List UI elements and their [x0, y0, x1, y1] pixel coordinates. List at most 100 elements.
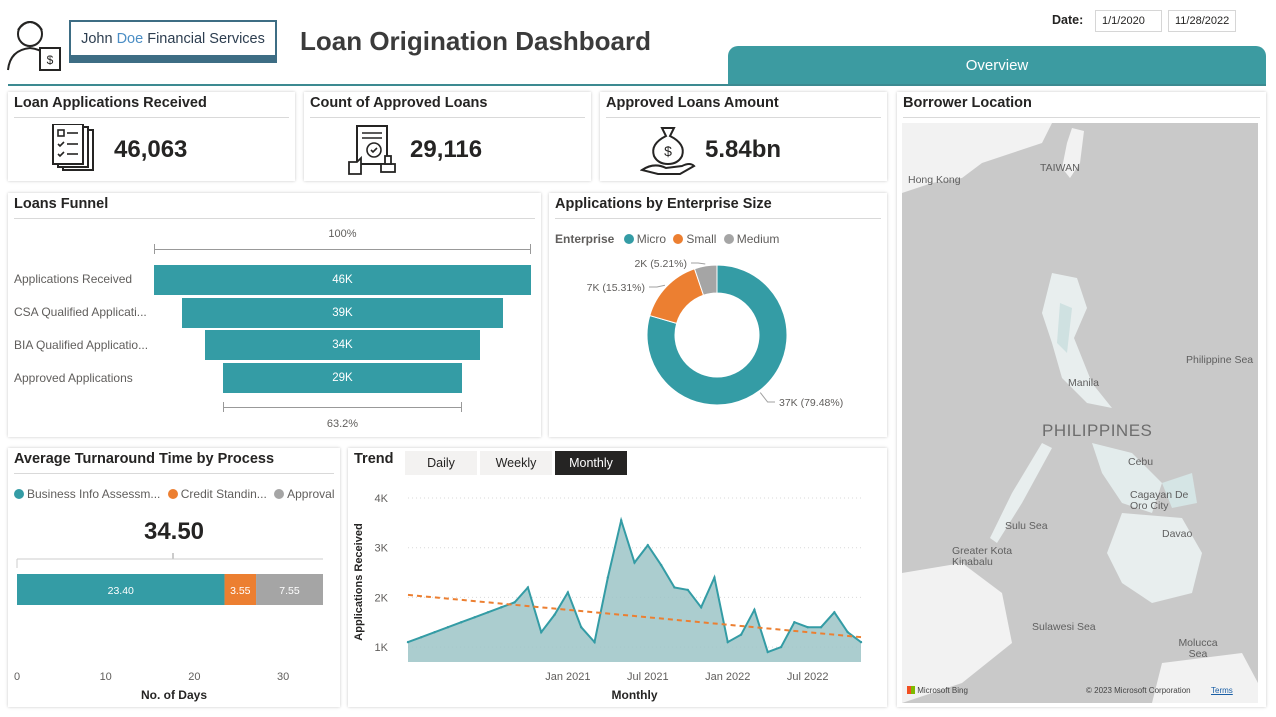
trend-point	[433, 630, 436, 634]
funnel-bar[interactable]: 34K	[205, 330, 480, 360]
trend-point	[793, 621, 796, 624]
brand-rest: Financial Services	[147, 31, 265, 47]
funnel-stage-label: Approved Applications	[14, 371, 133, 385]
map-terms-link[interactable]: Terms	[1211, 686, 1233, 695]
donut-leader-line	[759, 392, 775, 403]
document-list-icon	[52, 124, 94, 171]
x-tick-label: 30	[277, 671, 289, 683]
x-axis-title: No. of Days	[141, 688, 207, 702]
date-start-input[interactable]: 1/1/2020	[1095, 10, 1162, 32]
trend-point	[446, 626, 450, 629]
x-tick-label: Jan 2021	[545, 671, 590, 683]
map-label-philippines: PHILIPPINES	[1042, 421, 1153, 440]
trend-point	[460, 621, 463, 624]
map-label-sulu-sea: Sulu Sea	[1005, 520, 1048, 532]
trend-point	[513, 601, 516, 604]
funnel-stage-label: BIA Qualified Applicatio...	[14, 338, 149, 352]
tab-overview[interactable]: Overview	[728, 46, 1266, 84]
header: $ John Doe Financial Services Loan Origi…	[0, 0, 1276, 88]
page-title: Loan Origination Dashboard	[300, 26, 652, 56]
legend-dot-icon	[274, 489, 285, 499]
trend-point	[619, 519, 623, 522]
trend-point	[580, 626, 583, 629]
bing-icon	[907, 686, 915, 694]
svg-text:$: $	[664, 143, 672, 159]
trend-point	[699, 606, 703, 609]
kpi-value: 29,116	[410, 136, 483, 163]
donut-data-label: 2K (5.21%)	[634, 258, 687, 270]
turnaround-card: Average Turnaround Time by Process Busin…	[8, 448, 340, 707]
divider	[310, 117, 585, 118]
funnel-top-line	[154, 249, 531, 250]
map-label-molucca-sea: Molucca Sea	[1178, 637, 1218, 660]
trend-point	[726, 640, 729, 644]
legend-label: Approval	[287, 487, 335, 501]
map-title: Borrower Location	[903, 95, 1032, 111]
trend-point	[766, 650, 769, 654]
donut-slice	[649, 268, 705, 324]
kpi-value: 46,063	[114, 136, 188, 163]
enterprise-donut-chart: 37K (79.48%) 7K (15.31%) 2K (5.21%)	[587, 258, 844, 409]
kpi-card-approved-count: Count of Approved Loans 29,116	[304, 92, 591, 181]
brand-first: John	[81, 31, 113, 47]
kpi-card-applications: Loan Applications Received 46,063	[8, 92, 295, 181]
trend-card: Trend Daily Weekly Monthly 1K 2K 3K 4K Jan 2…	[348, 448, 887, 707]
map-label-philippine-sea: Philippine Sea	[1186, 354, 1254, 366]
donut-leader-line	[691, 262, 706, 265]
money-bag-hand-icon: $	[640, 127, 696, 175]
kpi-title: Count of Approved Loans	[310, 95, 488, 111]
tab-weekly[interactable]: Weekly	[480, 451, 552, 475]
legend-item[interactable]: Credit Standin...	[167, 487, 267, 501]
trend-point	[633, 561, 636, 564]
map-copyright: © 2023 Microsoft Corporation	[1086, 686, 1191, 695]
turnaround-bar-chart: 23.40 3.55 7.55 0 10 20 30 No. of Days	[14, 553, 323, 702]
map-label-davao: Davao	[1162, 528, 1193, 540]
kpi-card-approved-amount: Approved Loans Amount $ 5.84bn	[600, 92, 887, 181]
trend-title: Trend	[354, 451, 394, 467]
turnaround-total: 34.50	[143, 518, 205, 545]
divider	[606, 117, 881, 118]
trend-point	[779, 645, 783, 649]
trend-point	[859, 640, 863, 644]
trend-point	[833, 611, 836, 614]
bing-text: Microsoft Bing	[917, 686, 968, 695]
enterprise-card: Applications by Enterprise Size Enterpri…	[549, 193, 887, 437]
map-label-hongkong: Hong Kong	[908, 174, 961, 186]
trend-area-chart: 1K 2K 3K 4K Jan 2021 Jul 2021 Jan 2022 Jul 2022…	[353, 493, 863, 702]
legend-item[interactable]: Approval	[274, 487, 335, 501]
y-tick-label: 2K	[375, 592, 389, 604]
bing-logo: Microsoft Bing	[907, 686, 968, 695]
kpi-title: Approved Loans Amount	[606, 95, 779, 111]
x-tick-label: Jan 2022	[705, 671, 750, 683]
funnel-bar[interactable]: 46K	[154, 265, 531, 295]
segment-value-label: 3.55	[230, 585, 251, 597]
divider	[555, 218, 881, 219]
header-divider	[8, 84, 1266, 86]
tab-daily[interactable]: Daily	[405, 451, 477, 475]
map-label-kota: Greater Kota Kinabalu	[952, 545, 1013, 568]
tab-monthly[interactable]: Monthly	[555, 451, 627, 475]
funnel-top-pct: 100%	[328, 228, 357, 240]
date-end-input[interactable]: 11/28/2022	[1168, 10, 1236, 32]
funnel-stage-label: Applications Received	[14, 272, 133, 286]
funnel-stage-label: CSA Qualified Applicati...	[14, 305, 147, 319]
legend-dot-icon	[167, 489, 178, 499]
y-tick-label: 3K	[375, 543, 389, 555]
funnel-bar[interactable]: 29K	[223, 363, 462, 393]
trend-point	[686, 588, 689, 592]
legend-item[interactable]: Business Info Assessm...	[14, 487, 160, 501]
kpi-title: Loan Applications Received	[14, 95, 207, 111]
x-tick-label: Jul 2022	[787, 671, 829, 683]
trend-point	[420, 635, 423, 639]
trend-point	[553, 613, 556, 616]
map-label-cdo: Cagayan De Oro City	[1130, 489, 1189, 512]
legend-label: Business Info Assessm...	[27, 487, 161, 501]
funnel-card: Loans Funnel 100% Applications Received …	[8, 193, 541, 437]
avatar-icon: $	[7, 21, 61, 71]
map-label-sulawesi-sea: Sulawesi Sea	[1032, 621, 1096, 633]
funnel-bar[interactable]: 39K	[182, 298, 503, 328]
divider	[14, 218, 535, 219]
x-tick-label: 0	[14, 671, 20, 683]
map-label-manila: Manila	[1068, 377, 1099, 389]
map-area[interactable]: TAIWAN Hong Kong Philippine Sea Manila P…	[902, 123, 1258, 703]
